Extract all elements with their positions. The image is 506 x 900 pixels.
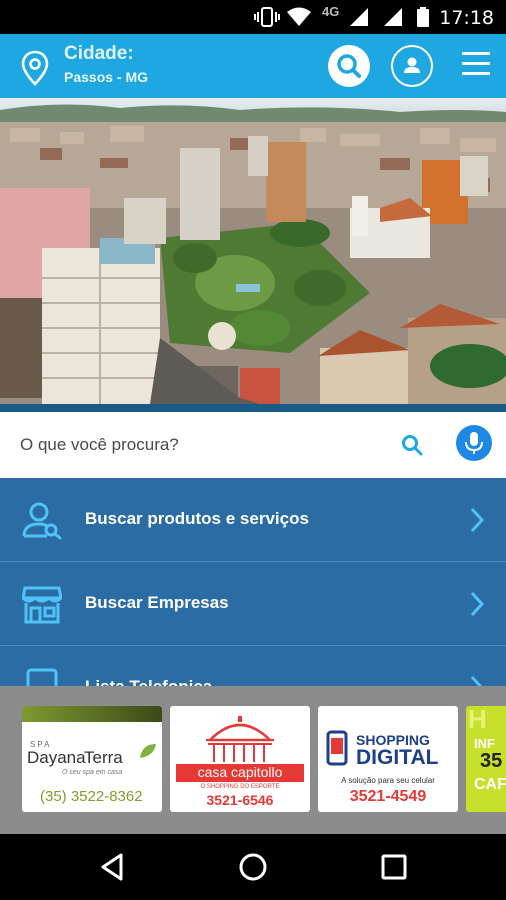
ad-banner-strip — [22, 706, 162, 722]
home-icon[interactable] — [237, 851, 269, 883]
chevron-right-icon — [470, 507, 485, 533]
ad-brand: casa capitollo — [197, 764, 283, 780]
signal-icon — [350, 8, 368, 26]
menu-line-icon — [462, 72, 490, 75]
menu-item-buscar-produtos[interactable]: Buscar produtos e serviços — [0, 478, 506, 562]
menu-line-icon — [462, 52, 490, 55]
ad-phone: 3521-6546 — [206, 792, 274, 808]
vibrate-icon — [254, 7, 280, 27]
app-header: Cidade: Passos - MG — [0, 34, 506, 98]
menu-item-label: Lista Telefonica — [85, 677, 212, 686]
menu-item-lista-telefonica[interactable]: Lista Telefonica — [0, 646, 506, 686]
ad-tagline: O seu spa em casa — [62, 769, 123, 776]
search-input[interactable] — [0, 412, 390, 478]
store-icon — [22, 586, 62, 624]
city-label: Cidade: — [64, 43, 134, 64]
ad-dayana-terra[interactable]: SPA Dayana Terra O seu spa em casa (35) … — [22, 706, 162, 812]
search-icon[interactable] — [400, 433, 424, 457]
ads-carousel: SPA Dayana Terra O seu spa em casa (35) … — [0, 686, 506, 834]
city-value[interactable]: Passos - MG — [64, 69, 148, 85]
phone-icon — [326, 730, 348, 766]
recents-icon[interactable] — [378, 851, 410, 883]
ad-line1: H — [468, 706, 487, 734]
ad-brand-b: Terra — [84, 748, 123, 767]
back-icon[interactable] — [97, 851, 129, 883]
main-menu-list: Buscar produtos e serviços Buscar Empres… — [0, 478, 506, 686]
signal-icon-2 — [384, 8, 402, 26]
location-pin-icon[interactable] — [20, 50, 50, 86]
ad-shopping-digital[interactable]: SHOPPING DIGITAL A solução para seu celu… — [318, 706, 458, 812]
ad-line3: 35 — [480, 750, 503, 772]
header-search-button[interactable] — [328, 45, 370, 87]
user-icon — [404, 57, 420, 73]
ad-partial[interactable]: H INF 35 CAF — [466, 706, 506, 812]
search-bar — [0, 412, 506, 478]
voice-search-button[interactable] — [456, 425, 492, 461]
search-icon — [337, 54, 361, 78]
chevron-right-icon — [470, 675, 483, 686]
ad-tagline: A solução para seu celular — [341, 776, 435, 785]
menu-item-buscar-empresas[interactable]: Buscar Empresas — [0, 562, 506, 646]
hamburger-menu-button[interactable] — [462, 52, 490, 78]
status-bar: 4G 17:18 — [0, 0, 506, 34]
chevron-right-icon — [470, 591, 485, 617]
leaf-icon — [140, 744, 156, 758]
phone-book-icon — [26, 668, 58, 686]
ad-casa-capitollo[interactable]: casa capitollo O SHOPPING DO ESPORTE 352… — [170, 706, 310, 812]
microphone-icon — [465, 432, 483, 454]
city-aerial-illustration — [0, 98, 506, 404]
menu-line-icon — [462, 62, 490, 65]
ad-line2: INF — [474, 736, 495, 751]
ad-phone: 3521-4549 — [349, 788, 427, 805]
menu-item-label: Buscar Empresas — [85, 593, 229, 612]
battery-icon — [417, 7, 429, 27]
profile-button[interactable] — [391, 45, 433, 87]
dome-icon — [206, 716, 274, 762]
user-search-icon — [22, 502, 62, 540]
wifi-icon — [287, 7, 311, 26]
ad-tagline: O SHOPPING DO ESPORTE — [200, 784, 280, 790]
ad-line4: CAF — [474, 776, 506, 793]
ad-phone: (35) 3522-8362 — [40, 788, 143, 805]
network-type-label: 4G — [322, 4, 340, 19]
ad-brand-b: DIGITAL — [356, 746, 439, 769]
status-time: 17:18 — [439, 7, 494, 29]
hero-divider — [0, 404, 506, 412]
menu-item-label: Buscar produtos e serviços — [85, 509, 309, 528]
system-nav-bar — [0, 834, 506, 900]
ad-brand-a: Dayana — [27, 748, 86, 767]
city-hero-image — [0, 98, 506, 404]
